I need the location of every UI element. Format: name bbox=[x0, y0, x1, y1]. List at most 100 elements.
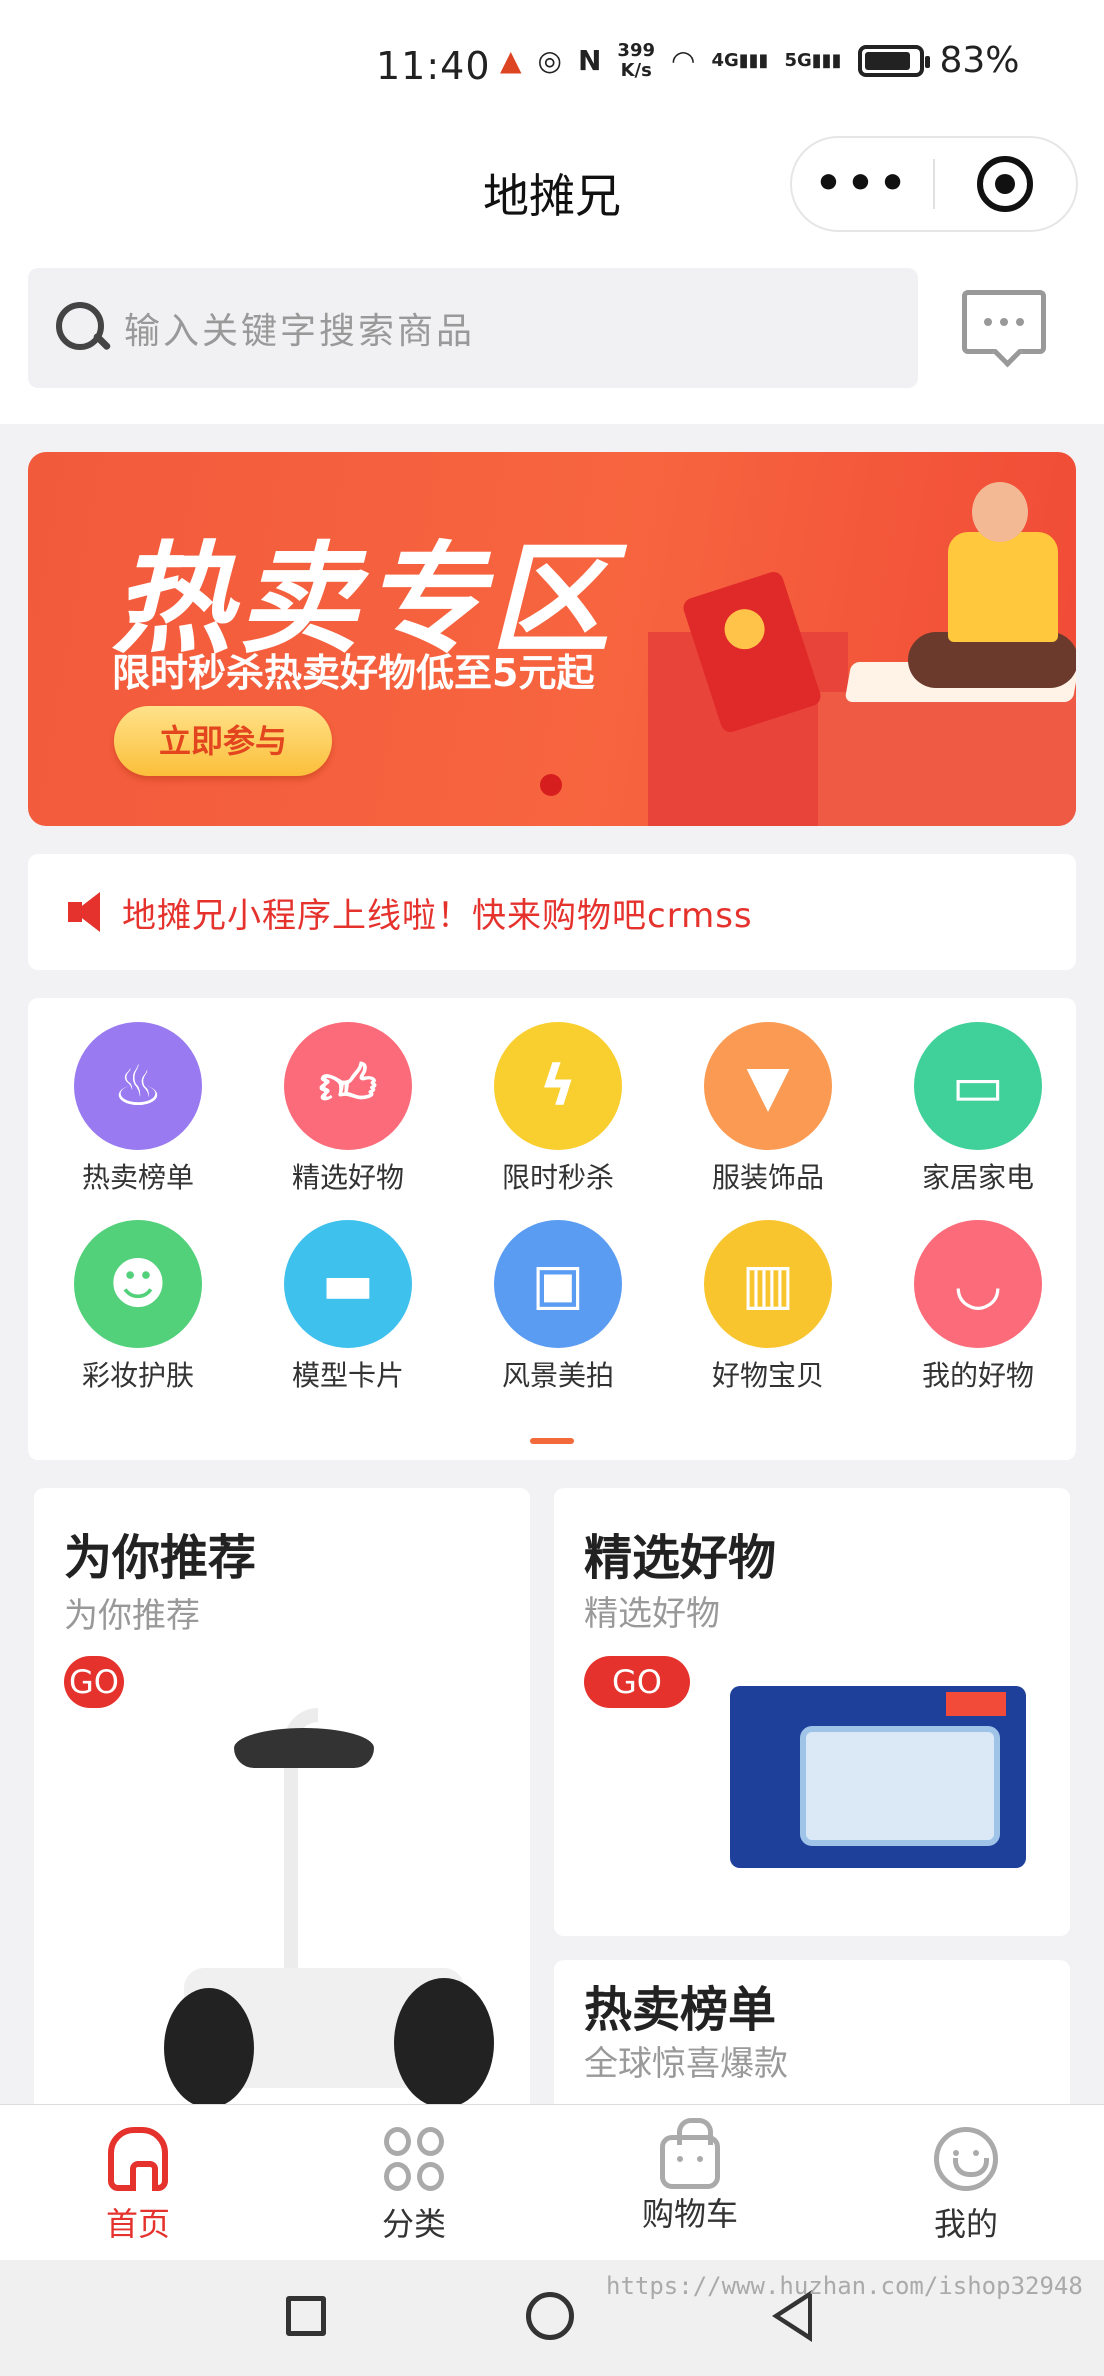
battery-icon bbox=[857, 44, 930, 77]
net-speed-value: 399 bbox=[617, 39, 655, 61]
wet-wipes-tag bbox=[946, 1692, 1006, 1716]
face-mask-icon: ☻ bbox=[74, 1220, 202, 1348]
category-label: 热卖榜单 bbox=[81, 1161, 194, 1194]
tab-profile[interactable]: 我的 bbox=[828, 2105, 1104, 2260]
mini-program-navbar: 地摊兄 ••• bbox=[0, 130, 1104, 260]
nfc-icon: N bbox=[577, 44, 602, 77]
watermark-text: https://www.huzhan.com/ishop32948 bbox=[606, 2272, 1083, 2300]
category-home-appliances[interactable]: ▭ 家居家电 bbox=[908, 1022, 1048, 1196]
hot-list-card[interactable]: 热卖榜单 全球惊喜爆款 bbox=[554, 1960, 1070, 2120]
picture-icon: ▣ bbox=[494, 1220, 622, 1348]
status-icons: ▲ ◎ N 399 K/s ◠ 4G▮▮▮ 5G▮▮▮ 83% bbox=[500, 40, 1020, 81]
net-speed-unit: K/s bbox=[620, 59, 652, 81]
category-grid-icon bbox=[384, 2127, 444, 2191]
wifi-icon: ◠ bbox=[671, 44, 696, 77]
net-speed: 399 K/s bbox=[617, 39, 655, 81]
tab-category[interactable]: 分类 bbox=[276, 2105, 552, 2260]
category-label: 彩妆护肤 bbox=[81, 1359, 194, 1392]
more-dots-icon[interactable]: ••• bbox=[792, 162, 933, 206]
gift-icon: ▥ bbox=[704, 1220, 832, 1348]
category-label: 模型卡片 bbox=[291, 1359, 404, 1392]
status-bar: 11:40 ▲ ◎ N 399 K/s ◠ 4G▮▮▮ 5G▮▮▮ 83% bbox=[0, 0, 1104, 130]
join-now-button[interactable]: 立即参与 bbox=[114, 706, 332, 776]
tab-label: 购物车 bbox=[641, 2195, 738, 2233]
card-subtitle: 为你推荐 bbox=[64, 1596, 200, 1636]
banner-person-body bbox=[948, 532, 1058, 642]
bottom-tab-bar: 首页 分类 购物车 我的 bbox=[0, 2104, 1104, 2260]
system-navigation-bar: https://www.huzhan.com/ishop32948 bbox=[0, 2260, 1104, 2376]
lightning-icon: ϟ bbox=[494, 1022, 622, 1150]
category-label: 服装饰品 bbox=[711, 1161, 824, 1194]
search-row: 输入关键字搜索商品 bbox=[0, 260, 1104, 424]
tab-label: 首页 bbox=[105, 2205, 170, 2243]
card-subtitle: 精选好物 bbox=[584, 1594, 720, 1634]
card-title: 热卖榜单 bbox=[584, 1982, 777, 2038]
go-button[interactable]: GO bbox=[64, 1656, 124, 1708]
category-cosmetics[interactable]: ☻ 彩妆护肤 bbox=[68, 1220, 208, 1394]
home-icon bbox=[108, 2127, 168, 2191]
search-placeholder: 输入关键字搜索商品 bbox=[124, 311, 476, 352]
signal-4g: 4G▮▮▮ bbox=[711, 50, 769, 71]
shirt-icon: ▼ bbox=[704, 1022, 832, 1150]
status-time: 11:40 bbox=[376, 44, 491, 88]
signal-5g: 5G▮▮▮ bbox=[784, 50, 842, 71]
signal-4g-label: 4G bbox=[711, 50, 739, 71]
thumbs-up-icon: 👍︎ bbox=[284, 1022, 412, 1150]
tab-home[interactable]: 首页 bbox=[0, 2105, 276, 2260]
wet-wipes-image bbox=[730, 1686, 1026, 1868]
category-label: 风景美拍 bbox=[501, 1359, 614, 1392]
smile-profile-icon bbox=[934, 2127, 998, 2191]
banner-indicator-dot bbox=[540, 774, 562, 796]
wet-wipes-window bbox=[800, 1726, 1000, 1846]
category-treasures[interactable]: ▥ 好物宝贝 bbox=[698, 1220, 838, 1394]
app-notification-icon: ▲ bbox=[500, 44, 522, 77]
speaker-icon bbox=[62, 888, 110, 936]
category-my-goods[interactable]: ◡ 我的好物 bbox=[908, 1220, 1048, 1394]
category-model-cards[interactable]: ▬ 模型卡片 bbox=[278, 1220, 418, 1394]
category-apparel[interactable]: ▼ 服装饰品 bbox=[698, 1022, 838, 1196]
notice-text: 地摊兄小程序上线啦！快来购物吧crmss bbox=[122, 895, 753, 936]
banner-subtitle: 限时秒杀热卖好物低至5元起 bbox=[112, 651, 595, 695]
signal-5g-label: 5G bbox=[784, 50, 812, 71]
shopping-bag-icon: ◡ bbox=[914, 1220, 1042, 1348]
recommend-card[interactable]: 为你推荐 为你推荐 GO bbox=[34, 1488, 530, 2128]
battery-percent: 83% bbox=[939, 40, 1020, 81]
tab-cart[interactable]: 购物车 bbox=[552, 2105, 828, 2260]
category-label: 精选好物 bbox=[291, 1161, 404, 1194]
category-label: 家居家电 bbox=[921, 1161, 1034, 1194]
selected-goods-card[interactable]: 精选好物 精选好物 GO bbox=[554, 1488, 1070, 1936]
search-icon bbox=[52, 298, 112, 358]
close-mini-program-button[interactable] bbox=[935, 156, 1076, 212]
tab-label: 我的 bbox=[933, 2205, 998, 2243]
category-scenery[interactable]: ▣ 风景美拍 bbox=[488, 1220, 628, 1394]
hot-sale-banner[interactable]: 热卖专区 限时秒杀热卖好物低至5元起 立即参与 bbox=[28, 452, 1076, 826]
hotspot-icon: ◎ bbox=[537, 44, 562, 77]
category-grid: ♨ 热卖榜单 👍︎ 精选好物 ϟ 限时秒杀 ▼ 服装饰品 ▭ 家居家电 ☻ 彩妆… bbox=[28, 998, 1076, 1460]
category-label: 我的好物 bbox=[921, 1359, 1034, 1392]
battery-fill bbox=[864, 51, 910, 70]
message-icon[interactable] bbox=[962, 290, 1046, 354]
category-selected[interactable]: 👍︎ 精选好物 bbox=[278, 1022, 418, 1196]
sofa-icon: ▭ bbox=[914, 1022, 1042, 1150]
card-title: 精选好物 bbox=[584, 1530, 777, 1586]
cart-icon bbox=[660, 2118, 720, 2189]
target-circle-icon bbox=[977, 156, 1034, 212]
go-button[interactable]: GO bbox=[584, 1656, 690, 1708]
search-input[interactable]: 输入关键字搜索商品 bbox=[28, 268, 918, 388]
category-label: 限时秒杀 bbox=[501, 1161, 614, 1194]
scooter-wheel bbox=[164, 1988, 254, 2108]
category-hot-list[interactable]: ♨ 热卖榜单 bbox=[68, 1022, 208, 1196]
tab-label: 分类 bbox=[381, 2205, 446, 2243]
category-flash-sale[interactable]: ϟ 限时秒杀 bbox=[488, 1022, 628, 1196]
home-button[interactable] bbox=[526, 2292, 574, 2340]
capsule-menu: ••• bbox=[790, 136, 1078, 232]
fire-icon: ♨ bbox=[74, 1022, 202, 1150]
notice-bar[interactable]: 地摊兄小程序上线啦！快来购物吧crmss bbox=[28, 854, 1076, 970]
scooter-seat bbox=[234, 1728, 374, 1768]
scooter-wheel bbox=[394, 1978, 494, 2108]
category-label: 好物宝贝 bbox=[711, 1359, 824, 1392]
recent-apps-button[interactable] bbox=[286, 2296, 326, 2336]
banner-person-head bbox=[972, 482, 1028, 542]
banner-podium bbox=[818, 692, 1076, 826]
category-page-indicator bbox=[530, 1438, 574, 1444]
